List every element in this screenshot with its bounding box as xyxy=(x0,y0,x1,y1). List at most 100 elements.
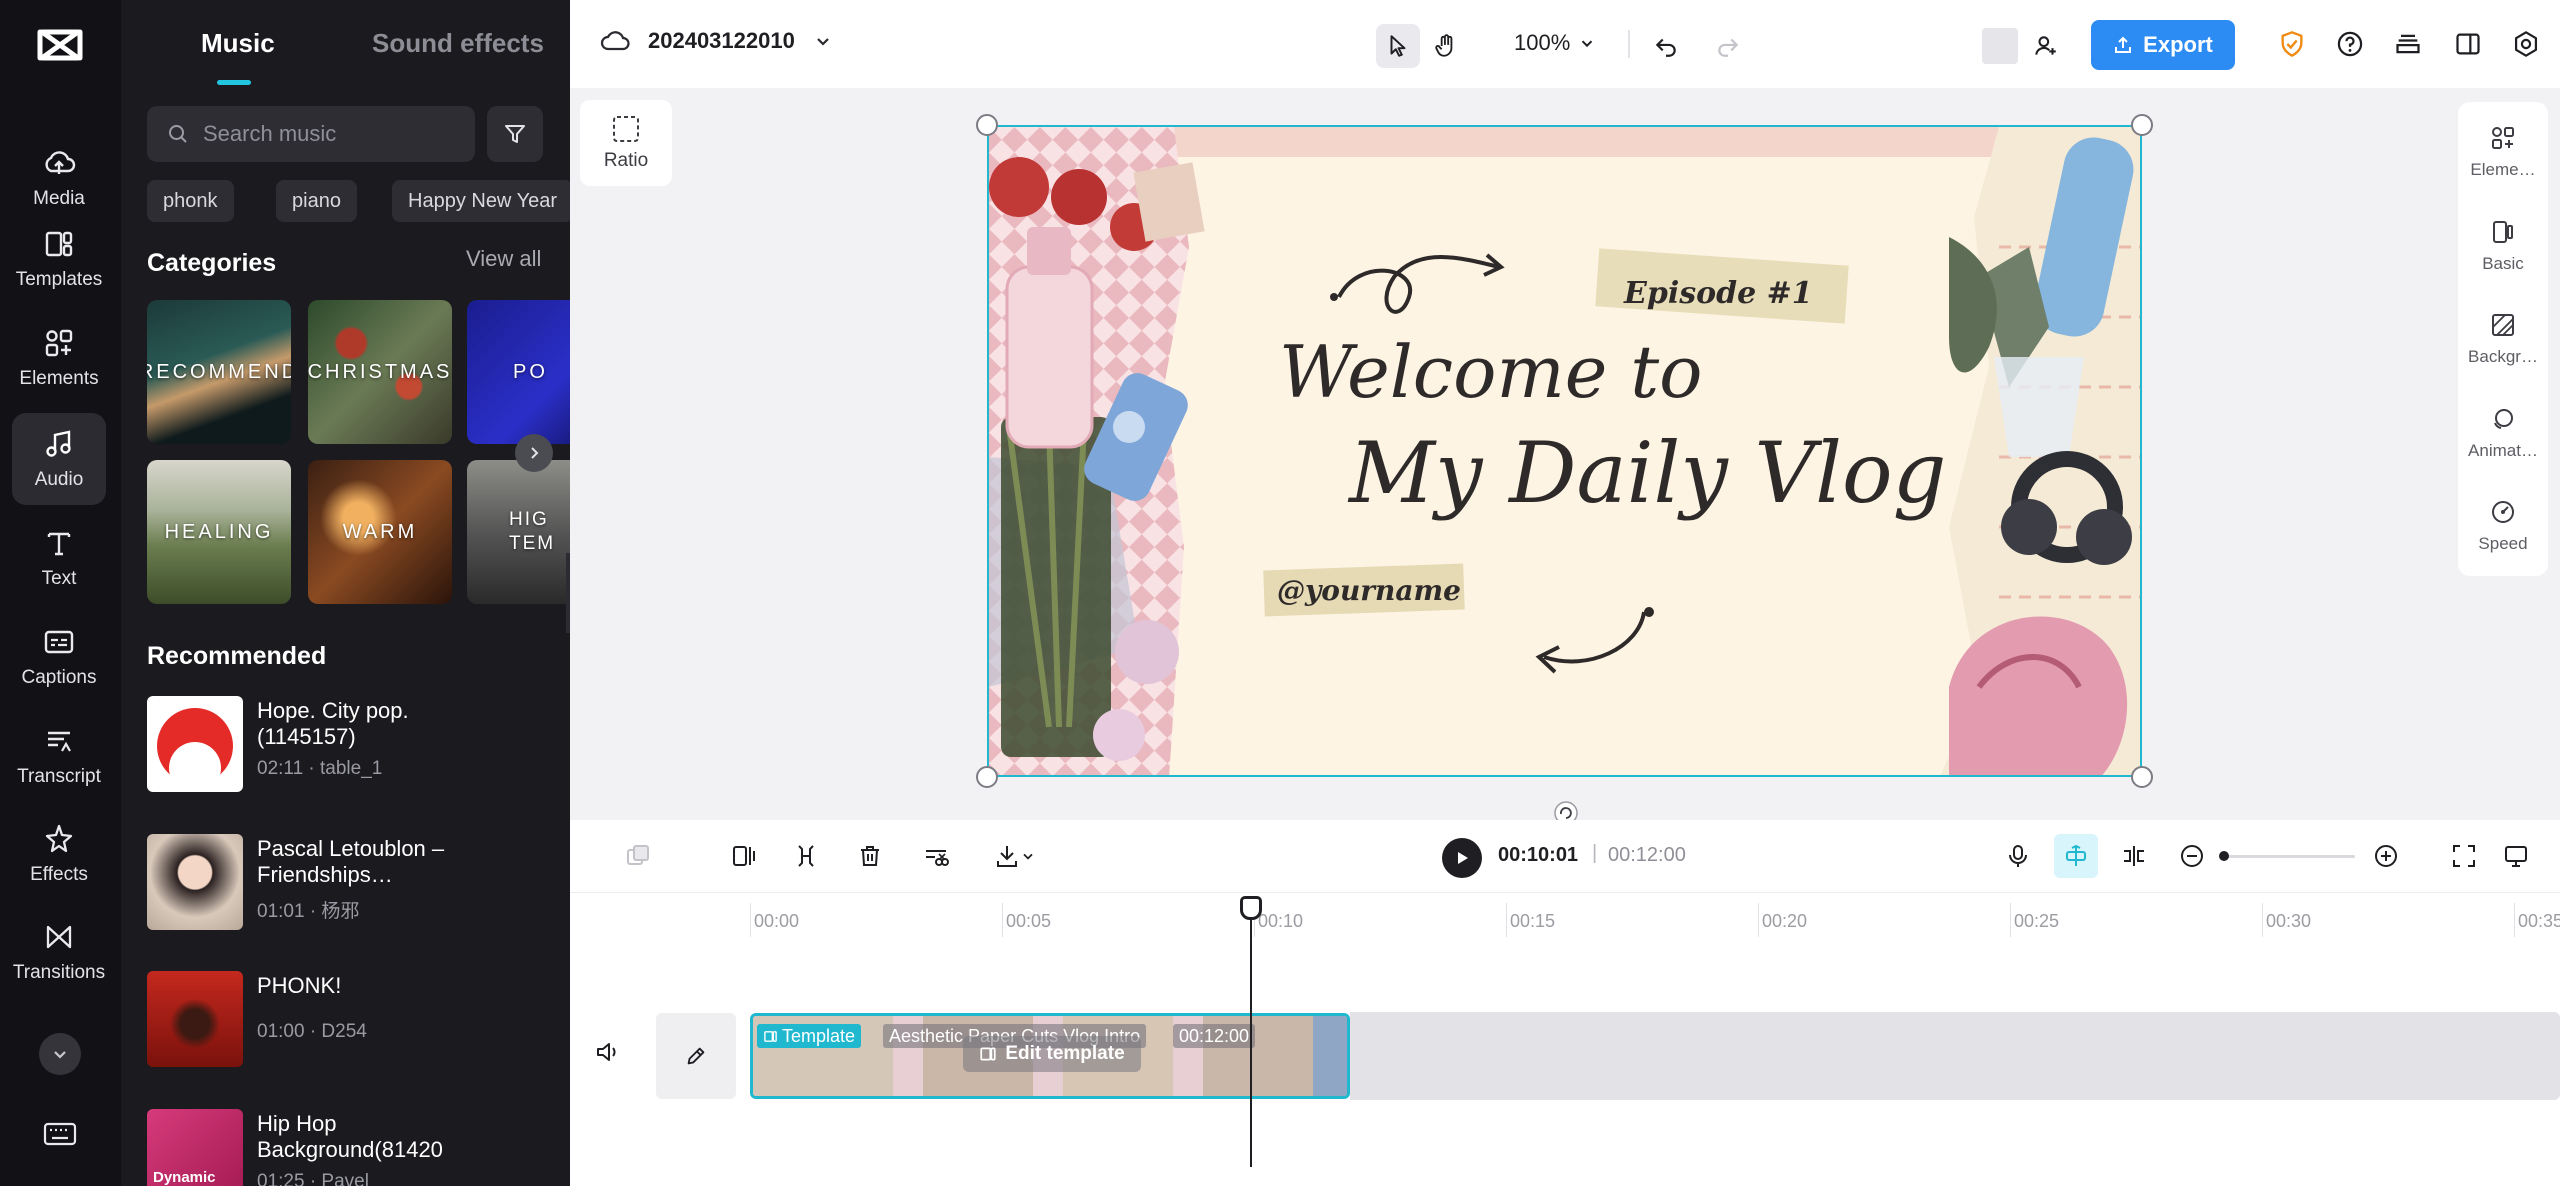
trash-icon xyxy=(861,846,879,866)
playhead[interactable] xyxy=(1250,899,1252,1167)
magnet-snap-button[interactable] xyxy=(2054,834,2098,878)
timeline-zoom-knob[interactable] xyxy=(2219,851,2229,861)
ruler-tick xyxy=(1002,903,1003,937)
help-button[interactable] xyxy=(2328,22,2372,66)
basic-icon xyxy=(2493,221,2513,243)
track-empty-area[interactable] xyxy=(1350,1012,2560,1100)
zoom-out-button[interactable] xyxy=(2170,834,2214,878)
prop-speed[interactable]: Speed xyxy=(2458,482,2548,570)
rail-item-transitions[interactable]: Transitions xyxy=(12,906,106,998)
record-voice-button[interactable] xyxy=(1996,834,2040,878)
ratio-label: Ratio xyxy=(603,150,649,171)
layers-button[interactable] xyxy=(2386,22,2430,66)
rail-item-templates[interactable]: Templates xyxy=(12,213,106,305)
category-high-tempo[interactable]: HIG TEM xyxy=(467,460,570,604)
track-meta: 01:00 · D254 xyxy=(257,1021,367,1042)
settings-button[interactable] xyxy=(2504,22,2548,66)
playhead-grip[interactable] xyxy=(1240,896,1262,920)
edit-track-button[interactable] xyxy=(656,1013,736,1099)
resize-handle-top-right[interactable] xyxy=(2131,114,2153,136)
export-button[interactable]: Export xyxy=(2091,20,2235,70)
template-clip[interactable]: Template Aesthetic Paper Cuts Vlog Intro… xyxy=(750,1013,1350,1099)
search-box[interactable] xyxy=(147,106,475,162)
timeline-toolbar: 00:10:01 | 00:12:00 xyxy=(570,820,2560,892)
collaborator-avatar[interactable] xyxy=(1982,28,2018,64)
shield-button[interactable] xyxy=(2270,22,2314,66)
prop-elements[interactable]: Eleme… xyxy=(2458,108,2548,196)
category-label: PO xyxy=(513,360,548,383)
current-timecode: 00:10:01 xyxy=(1498,844,1579,866)
tab-sound-effects[interactable]: Sound effects xyxy=(372,28,544,59)
capcut-logo-icon[interactable] xyxy=(36,24,84,66)
track-item[interactable]: Pascal Letoublon – Friendships… 01:01 · … xyxy=(147,834,547,930)
history-tools xyxy=(1644,24,1750,68)
play-button[interactable] xyxy=(1442,838,1482,878)
rail-item-text[interactable]: Text xyxy=(12,512,106,604)
layout-toggle-button[interactable] xyxy=(2446,22,2490,66)
ruler-label: 00:25 xyxy=(2014,911,2060,931)
category-recommend[interactable]: RECOMMEND xyxy=(147,300,291,444)
speed-icon xyxy=(2492,501,2514,523)
download-button[interactable] xyxy=(980,834,1050,878)
resize-handle-bottom-left[interactable] xyxy=(976,766,998,788)
redo-button[interactable] xyxy=(1706,24,1750,68)
fullscreen-icon xyxy=(2453,845,2475,867)
time-ruler[interactable]: 00:00 00:05 00:10 00:15 00:20 00:25 00:30 00:35 xyxy=(570,892,2560,952)
resize-handle-top-left[interactable] xyxy=(976,114,998,136)
timeline-zoom-slider[interactable] xyxy=(2221,855,2355,858)
rail-item-transcript[interactable]: Transcript xyxy=(12,710,106,802)
rail-item-elements[interactable]: Elements xyxy=(12,312,106,404)
gear-icon xyxy=(2514,31,2538,57)
category-christmas[interactable]: CHRISTMAS xyxy=(308,300,452,444)
split-scene-button[interactable] xyxy=(722,834,766,878)
category-healing[interactable]: HEALING xyxy=(147,460,291,604)
timeline: 00:10:01 | 00:12:00 00:00 00:05 00:10 00:15… xyxy=(570,820,2560,1186)
invite-button[interactable] xyxy=(2024,24,2068,68)
prop-basic[interactable]: Basic xyxy=(2458,202,2548,290)
chevron-down-icon xyxy=(1023,853,1033,860)
fit-timeline-button[interactable] xyxy=(2442,834,2486,878)
track-item[interactable]: Dynamic Hip Hop Background(81420 01:25 ·… xyxy=(147,1109,547,1186)
chip-piano[interactable]: piano xyxy=(276,180,357,222)
chevron-down-icon xyxy=(817,38,829,46)
project-selector[interactable]: 202403122010 xyxy=(600,28,833,54)
tab-music[interactable]: Music xyxy=(201,28,275,59)
prop-background[interactable]: Backgr… xyxy=(2458,295,2548,383)
filter-button[interactable] xyxy=(487,106,543,162)
scissors-icon xyxy=(926,850,949,866)
smart-cut-button[interactable] xyxy=(914,834,958,878)
video-preview[interactable]: Episode #1 Welcome to My Daily Vlog @you… xyxy=(987,125,2142,777)
trim-button[interactable] xyxy=(784,834,828,878)
hand-tool-button[interactable] xyxy=(1424,24,1468,68)
rail-item-captions[interactable]: Captions xyxy=(12,611,106,703)
rail-expand-button[interactable] xyxy=(39,1033,81,1075)
edit-template-button[interactable]: Edit template xyxy=(963,1036,1141,1072)
preview-mode-button[interactable] xyxy=(2494,834,2538,878)
mute-track-button[interactable] xyxy=(586,1030,630,1074)
undo-button[interactable] xyxy=(1644,24,1688,68)
rotate-handle[interactable] xyxy=(1553,800,1579,820)
category-pop[interactable]: PO xyxy=(467,300,570,444)
zoom-select[interactable]: 100% xyxy=(1514,30,1596,56)
track-item[interactable]: PHONK! 01:00 · D254 xyxy=(147,971,547,1067)
zoom-in-button[interactable] xyxy=(2364,834,2408,878)
chip-phonk[interactable]: phonk xyxy=(147,180,234,222)
rail-item-media[interactable]: Media xyxy=(12,132,106,224)
prop-animation[interactable]: Animat… xyxy=(2458,389,2548,477)
select-tool-button[interactable] xyxy=(1376,24,1420,68)
chip-happy-new-year[interactable]: Happy New Year xyxy=(392,180,570,222)
ratio-button[interactable]: Ratio xyxy=(580,100,672,186)
keyboard-shortcuts-icon[interactable] xyxy=(40,1114,80,1154)
view-all-link[interactable]: View all xyxy=(466,246,541,272)
split-view-button[interactable] xyxy=(2112,834,2156,878)
rail-item-audio[interactable]: Audio xyxy=(12,413,106,505)
rail-item-effects[interactable]: Effects xyxy=(12,808,106,900)
prop-label: Animat… xyxy=(2468,441,2538,460)
track-item[interactable]: Hope. City pop. (1145157) 02:11 · table_… xyxy=(147,696,547,792)
categories-next-button[interactable] xyxy=(515,434,553,472)
search-input[interactable] xyxy=(203,121,463,147)
copy-button[interactable] xyxy=(616,834,660,878)
delete-button[interactable] xyxy=(848,834,892,878)
category-warm[interactable]: WARM xyxy=(308,460,452,604)
resize-handle-bottom-right[interactable] xyxy=(2131,766,2153,788)
